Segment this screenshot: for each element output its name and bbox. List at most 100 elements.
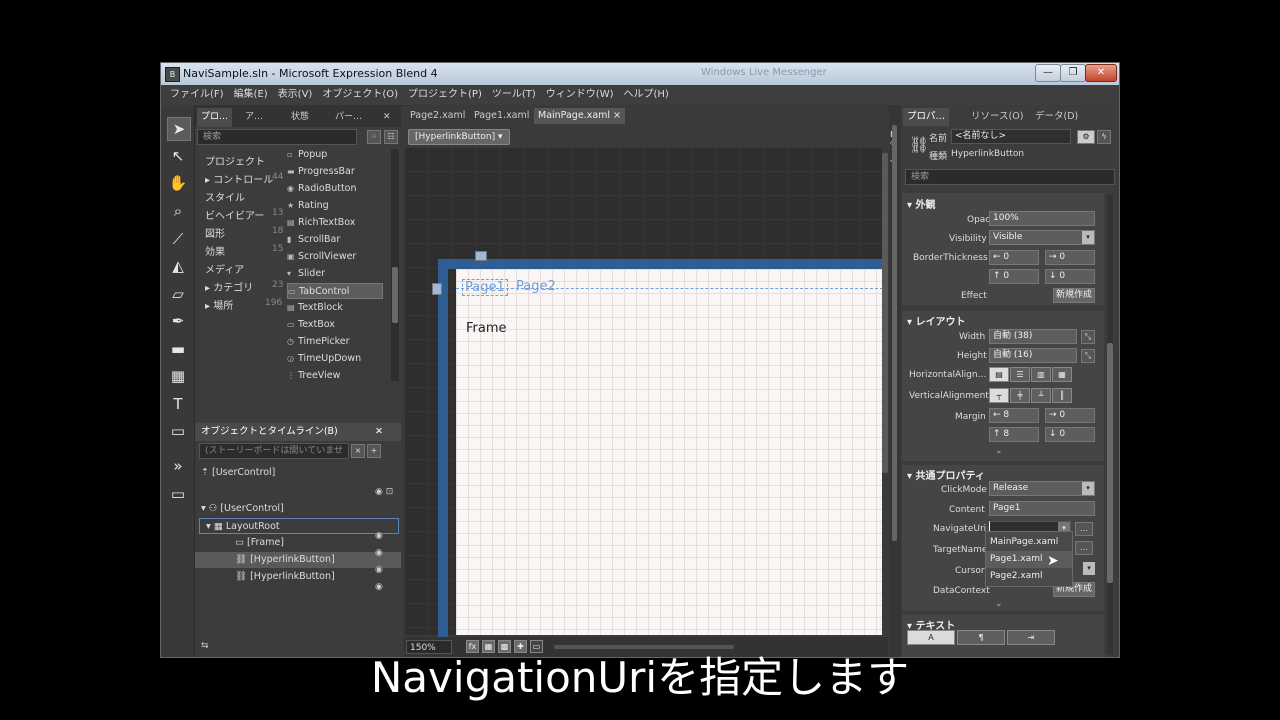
list-item[interactable]: ⋮ TreeView <box>287 368 383 380</box>
list-item[interactable]: ▭ TextBox <box>287 317 383 333</box>
properties-search-input[interactable]: 検索 <box>905 169 1115 185</box>
rectangle-tool-icon[interactable]: ▬ <box>167 338 189 360</box>
properties-scrollbar[interactable] <box>1107 195 1113 655</box>
storyboard-picker[interactable]: (ストーリーボードは開いていませ <box>199 443 349 459</box>
valign-center-icon[interactable]: ╪ <box>1010 388 1030 403</box>
close-button[interactable]: ✕ <box>1085 64 1117 82</box>
margin-top-field[interactable]: ↑ 8 <box>989 427 1039 442</box>
grid-handle-icon[interactable] <box>432 283 442 295</box>
events-icon[interactable]: ϟ <box>1097 130 1111 144</box>
ellipsis-button[interactable]: … <box>1075 541 1093 555</box>
selection-tool-icon[interactable]: ➤ <box>167 117 191 141</box>
border-bottom-field[interactable]: ↓ 0 <box>1045 269 1095 284</box>
visibility-select[interactable]: Visible ▾ <box>989 230 1095 245</box>
frame-element[interactable]: Frame <box>466 321 507 336</box>
tab-data[interactable]: データ(D) <box>1031 108 1082 126</box>
common-properties-header[interactable]: ▾ 共通プロパティ <box>907 467 985 482</box>
pen-tool-icon[interactable]: ✒ <box>167 310 189 332</box>
indent-tab-icon[interactable]: ⇥ <box>1007 630 1055 645</box>
tab-projects[interactable]: プロ… <box>197 108 233 127</box>
menu-window[interactable]: ウィンドウ(W) <box>541 85 619 105</box>
tab-mainpage[interactable]: MainPage.xaml × <box>534 108 626 124</box>
assets-scrollbar-thumb[interactable] <box>392 267 398 323</box>
align-left-icon[interactable]: ▤ <box>989 367 1009 382</box>
add-storyboard-icon[interactable]: + <box>367 444 381 458</box>
hyperlink-page2[interactable]: Page2 <box>516 279 556 294</box>
category-behaviors[interactable]: ビヘイビアー <box>205 207 264 222</box>
auto-size-icon[interactable]: ⤡ <box>1081 330 1095 344</box>
border-left-field[interactable]: ← 0 <box>989 250 1039 265</box>
chevron-down-icon[interactable]: ▾ <box>1083 562 1095 575</box>
assets-expand-icon[interactable]: » <box>167 455 189 477</box>
content-field[interactable]: Page1 <box>989 501 1095 516</box>
menu-edit[interactable]: 編集(E) <box>229 85 273 105</box>
tab-assets[interactable]: ア… <box>241 108 267 127</box>
canvas-scrollbar[interactable] <box>882 147 888 635</box>
menu-view[interactable]: 表示(V) <box>273 85 318 105</box>
border-right-field[interactable]: → 0 <box>1045 250 1095 265</box>
assets-search-input[interactable]: 検索 <box>197 129 357 145</box>
breadcrumb[interactable]: [HyperlinkButton] ▾ <box>408 129 510 145</box>
category-media[interactable]: メディア <box>205 261 244 276</box>
category-shapes[interactable]: 図形 <box>205 225 225 240</box>
tree-item-layoutroot[interactable]: ▾ ▦ LayoutRoot <box>199 518 399 534</box>
list-item[interactable]: ◷ TimePicker <box>287 334 383 350</box>
visibility-eye-icon[interactable]: ◉ <box>375 531 383 541</box>
name-field[interactable]: <名前なし> <box>951 129 1071 144</box>
visibility-eye-icon[interactable]: ◉ ⊡ <box>375 487 393 497</box>
ellipsis-button[interactable]: … <box>1075 522 1093 536</box>
uri-option-page1[interactable]: Page1.xaml <box>986 551 1072 568</box>
margin-left-field[interactable]: ← 8 <box>989 408 1039 423</box>
layout-header[interactable]: ▾ レイアウト <box>907 313 966 328</box>
height-field[interactable]: 自動 (16) <box>989 348 1077 363</box>
valign-bottom-icon[interactable]: ┴ <box>1031 388 1051 403</box>
maximize-button[interactable]: ❐ <box>1060 64 1086 82</box>
category-styles[interactable]: スタイル <box>205 189 245 204</box>
artboard[interactable]: Page1 Page2 Frame <box>456 269 888 635</box>
pin-icon[interactable]: ✕ <box>375 423 383 441</box>
auto-size-icon[interactable]: ⤡ <box>1081 349 1095 363</box>
menu-file[interactable]: ファイル(F) <box>165 85 229 105</box>
grid-handle-icon[interactable] <box>475 251 487 261</box>
visibility-eye-icon[interactable]: ◉ <box>375 565 383 575</box>
hyperlink-page1[interactable]: Page1 <box>462 279 508 296</box>
expand-advanced-icon[interactable]: ⌄ <box>995 599 1003 609</box>
top-ruler[interactable] <box>438 259 888 269</box>
paint-bucket-tool-icon[interactable]: ◭ <box>167 255 189 277</box>
align-stretch-icon[interactable]: ▦ <box>1052 367 1072 382</box>
control-tool-icon[interactable]: ▭ <box>167 420 189 442</box>
clickmode-select[interactable]: Release ▾ <box>989 481 1095 496</box>
border-top-field[interactable]: ↑ 0 <box>989 269 1039 284</box>
uri-option-page2[interactable]: Page2.xaml <box>986 568 1072 585</box>
menu-tools[interactable]: ツール(T) <box>487 85 541 105</box>
menu-help[interactable]: ヘルプ(H) <box>619 85 674 105</box>
pin-icon[interactable]: ✕ <box>379 108 395 127</box>
zoom-tool-icon[interactable]: ⌕ <box>167 200 189 222</box>
expand-advanced-icon[interactable]: ⌄ <box>995 446 1003 456</box>
tab-properties[interactable]: プロパ… <box>903 108 950 126</box>
list-item[interactable]: ▫ Popup <box>287 147 383 163</box>
grid-tool-icon[interactable]: ▦ <box>167 365 189 387</box>
tree-item-frame[interactable]: ▭ [Frame] <box>235 535 284 551</box>
list-item[interactable]: ▮ ScrollBar <box>287 232 383 248</box>
tree-item-hyperlink[interactable]: ⛓ [HyperlinkButton] <box>235 569 335 585</box>
opacity-field[interactable]: 100% <box>989 211 1095 226</box>
list-item[interactable]: ◉ RadioButton <box>287 181 383 197</box>
category-effects[interactable]: 効果 <box>205 243 225 258</box>
list-item[interactable]: ▣ ScrollViewer <box>287 249 383 265</box>
list-item-selected[interactable]: ▭ TabControl <box>287 283 383 299</box>
category-locations[interactable]: ▸ 場所 <box>205 297 233 312</box>
valign-top-icon[interactable]: ┬ <box>989 388 1009 403</box>
valign-stretch-icon[interactable]: ║ <box>1052 388 1072 403</box>
panel-splitter[interactable] <box>892 125 897 541</box>
direct-selection-tool-icon[interactable]: ↖ <box>167 145 189 167</box>
margin-bottom-field[interactable]: ↓ 0 <box>1045 427 1095 442</box>
tree-item-hyperlink-selected[interactable]: ⛓ [HyperlinkButton] <box>195 552 401 568</box>
category-controls[interactable]: ▸ コントロール <box>205 171 273 186</box>
assets-scrollbar[interactable] <box>391 149 399 381</box>
minimize-button[interactable]: — <box>1035 64 1061 82</box>
tree-item-usercontrol[interactable]: ▾ ⚇ [UserControl] <box>201 501 284 517</box>
width-field[interactable]: 自動 (38) <box>989 329 1077 344</box>
align-center-icon[interactable]: ☰ <box>1010 367 1030 382</box>
storyboard-close-icon[interactable]: × <box>351 444 365 458</box>
